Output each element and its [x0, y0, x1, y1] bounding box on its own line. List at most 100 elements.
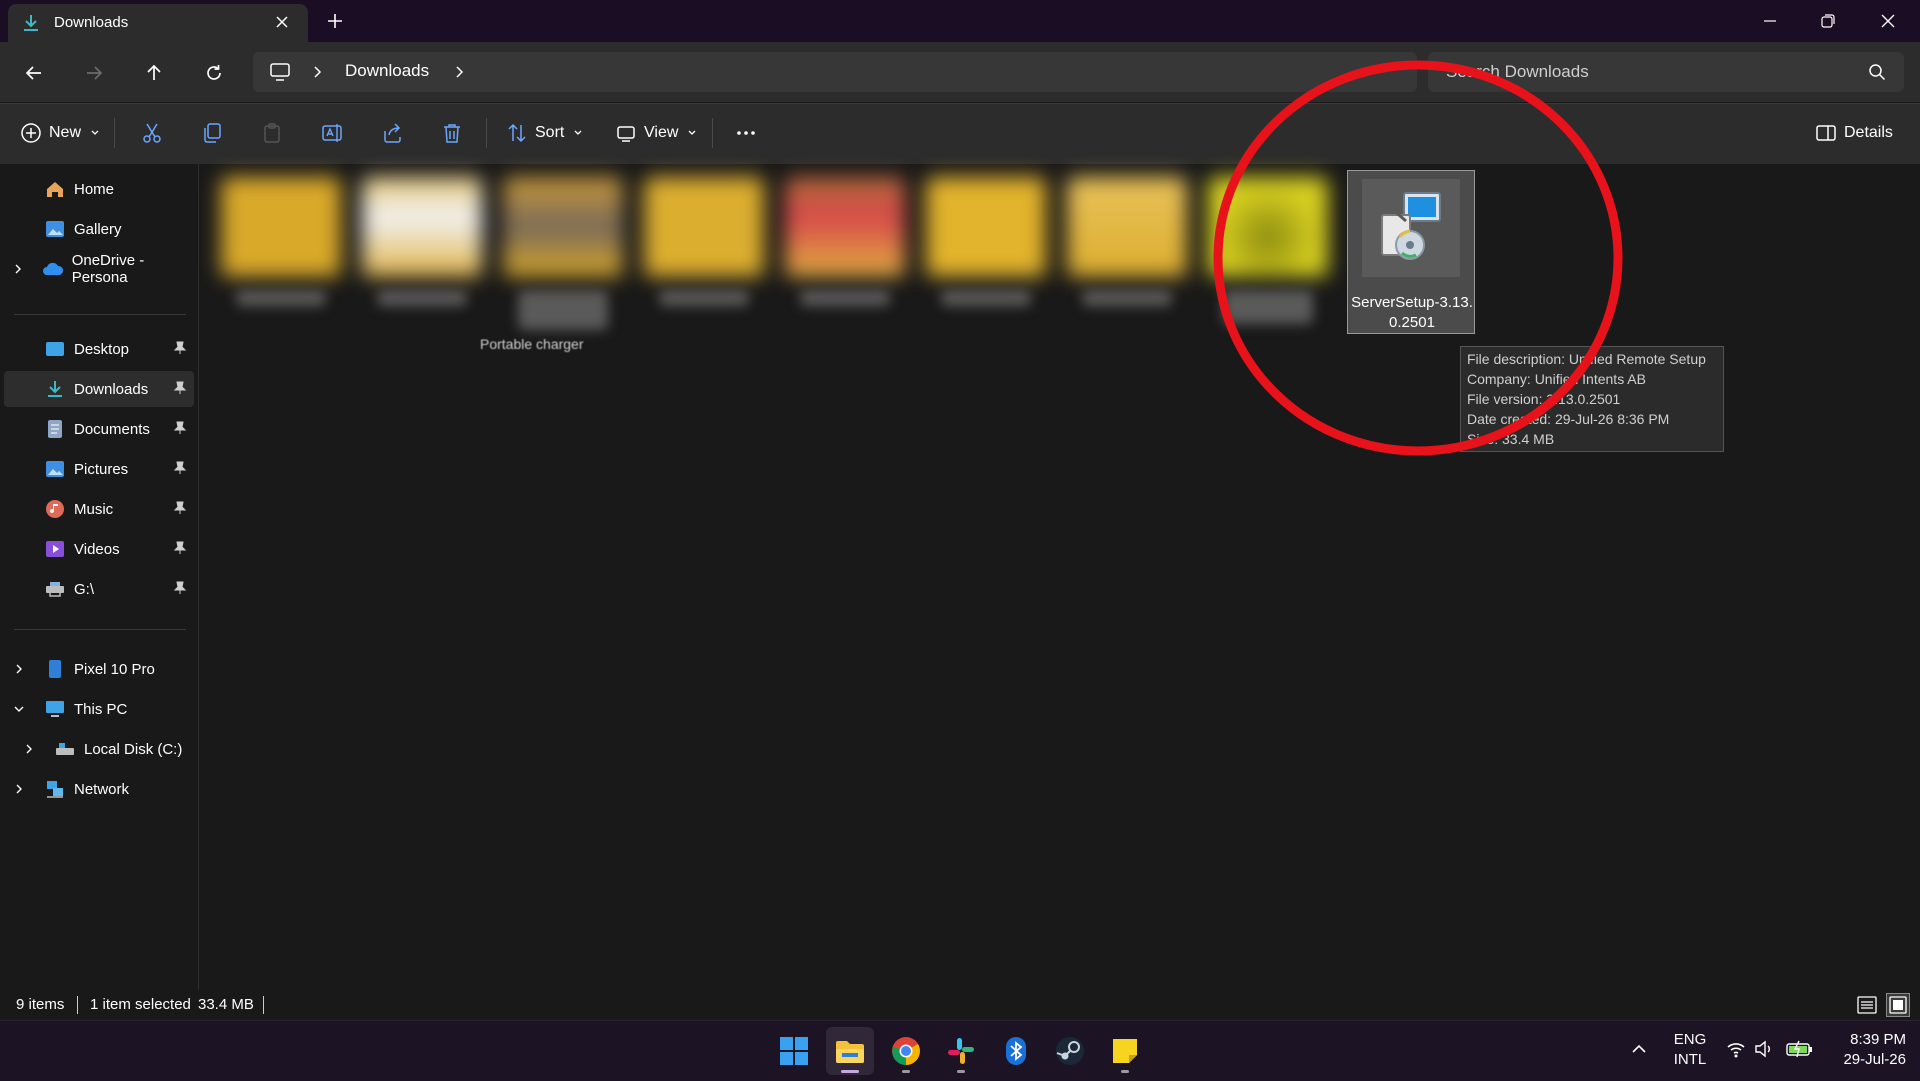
sidebar-item-desktop[interactable]: Desktop — [4, 331, 194, 367]
partial-file-caption: Portable charger — [480, 336, 584, 352]
pin-icon[interactable] — [174, 501, 186, 515]
taskbar-slack[interactable] — [937, 1027, 985, 1075]
pin-icon[interactable] — [174, 341, 186, 355]
chevron-right-icon[interactable] — [4, 783, 34, 795]
steam-icon — [1056, 1037, 1084, 1065]
toolbar-divider — [712, 118, 713, 148]
pin-icon[interactable] — [174, 541, 186, 555]
more-icon — [737, 131, 755, 135]
sidebar-item-label: Gallery — [74, 220, 122, 238]
pin-icon[interactable] — [174, 461, 186, 475]
close-tab-icon[interactable] — [274, 14, 290, 30]
close-window-button[interactable] — [1868, 8, 1908, 34]
details-pane-button[interactable]: Details — [1815, 118, 1893, 148]
chevron-right-icon[interactable] — [14, 743, 44, 755]
input-language-indicator[interactable]: ENG INTL — [1670, 1030, 1710, 1070]
status-bar: 9 items 1 item selected 33.4 MB — [0, 990, 1920, 1020]
sidebar-item-music[interactable]: Music — [4, 491, 194, 527]
sort-button[interactable]: Sort — [506, 118, 583, 148]
clock[interactable]: 8:39 PM 29-Jul-26 — [1826, 1030, 1906, 1070]
rename-button[interactable] — [321, 118, 343, 148]
blurred-file-item[interactable] — [216, 172, 346, 342]
sidebar-divider — [14, 629, 186, 630]
back-button[interactable] — [16, 58, 52, 88]
taskbar-file-explorer[interactable] — [826, 1027, 874, 1075]
toolbar-divider — [486, 118, 487, 148]
sidebar-item-onedrive[interactable]: OneDrive - Persona — [4, 251, 194, 287]
taskbar-steam[interactable] — [1046, 1027, 1094, 1075]
this-pc-icon[interactable] — [269, 62, 291, 82]
taskbar-bluetooth[interactable] — [992, 1027, 1040, 1075]
sidebar-item-g-drive[interactable]: G:\ — [4, 571, 194, 607]
onedrive-cloud-icon — [42, 258, 64, 280]
tab-downloads[interactable]: Downloads — [8, 4, 308, 42]
forward-button[interactable] — [76, 58, 112, 88]
up-button[interactable] — [136, 58, 172, 88]
chevron-right-icon[interactable] — [311, 64, 323, 80]
sidebar-item-documents[interactable]: Documents — [4, 411, 194, 447]
battery-charging-icon[interactable] — [1786, 1040, 1814, 1058]
taskbar-chrome[interactable] — [882, 1027, 930, 1075]
chrome-icon — [892, 1037, 920, 1065]
blurred-file-item[interactable] — [921, 172, 1051, 342]
blurred-file-item[interactable] — [498, 172, 628, 342]
item-count: 9 items — [16, 996, 65, 1013]
blurred-file-item[interactable] — [639, 172, 769, 342]
details-view-button[interactable] — [1856, 994, 1878, 1016]
sidebar-item-home[interactable]: Home — [4, 171, 194, 207]
pin-icon[interactable] — [174, 421, 186, 435]
sidebar-item-pixel-10-pro[interactable]: Pixel 10 Pro — [4, 651, 194, 687]
breadcrumb-downloads[interactable]: Downloads — [345, 61, 429, 81]
view-button[interactable]: View — [615, 118, 697, 148]
minimize-button[interactable] — [1750, 8, 1790, 34]
rename-icon — [322, 124, 342, 142]
phone-icon — [44, 658, 66, 680]
view-icon — [617, 126, 635, 142]
refresh-button[interactable] — [196, 58, 232, 88]
volume-icon[interactable] — [1754, 1040, 1774, 1058]
pin-icon[interactable] — [174, 581, 186, 595]
sidebar-item-local-disk-c[interactable]: Local Disk (C:) — [14, 731, 194, 767]
new-tab-button[interactable] — [326, 12, 344, 30]
details-label: Details — [1844, 124, 1893, 141]
copy-button[interactable] — [201, 118, 223, 148]
paste-button[interactable] — [261, 118, 283, 148]
sidebar-item-gallery[interactable]: Gallery — [4, 211, 194, 247]
delete-button[interactable] — [441, 118, 463, 148]
back-arrow-icon — [25, 66, 41, 80]
sidebar-item-videos[interactable]: Videos — [4, 531, 194, 567]
cut-button[interactable] — [141, 118, 163, 148]
download-arrow-icon — [22, 13, 40, 33]
documents-icon — [44, 418, 66, 440]
selection-count: 1 item selected — [90, 996, 191, 1013]
sidebar-item-network[interactable]: Network — [4, 771, 194, 807]
blurred-caption — [659, 290, 749, 306]
red-highlight-circle — [1213, 60, 1623, 456]
blurred-thumbnail — [221, 177, 341, 277]
blurred-file-item[interactable] — [1062, 172, 1192, 342]
restore-button[interactable] — [1808, 8, 1848, 34]
blurred-file-item[interactable] — [357, 172, 487, 342]
more-options-button[interactable] — [735, 118, 757, 148]
share-button[interactable] — [381, 118, 403, 148]
pin-icon[interactable] — [174, 381, 186, 395]
chevron-down-icon[interactable] — [4, 704, 34, 714]
blurred-caption — [941, 290, 1031, 306]
copy-icon — [204, 123, 221, 143]
sidebar-item-pictures[interactable]: Pictures — [4, 451, 194, 487]
chevron-right-icon[interactable] — [4, 663, 34, 675]
start-button[interactable] — [770, 1027, 818, 1075]
chevron-right-icon[interactable] — [453, 64, 465, 80]
show-hidden-icons-button[interactable] — [1630, 1040, 1648, 1058]
blurred-file-item[interactable] — [780, 172, 910, 342]
sidebar-item-label: Documents — [74, 420, 150, 438]
tiles-view-button[interactable] — [1886, 993, 1910, 1017]
new-button[interactable]: New — [20, 118, 100, 148]
taskbar-sticky-notes[interactable] — [1101, 1027, 1149, 1075]
chevron-down-icon — [91, 130, 99, 135]
wifi-icon[interactable] — [1726, 1040, 1746, 1058]
sidebar-item-label: G:\ — [74, 580, 95, 598]
sidebar-item-downloads[interactable]: Downloads — [4, 371, 194, 407]
chevron-right-icon[interactable] — [4, 263, 32, 275]
sidebar-item-this-pc[interactable]: This PC — [4, 691, 194, 727]
